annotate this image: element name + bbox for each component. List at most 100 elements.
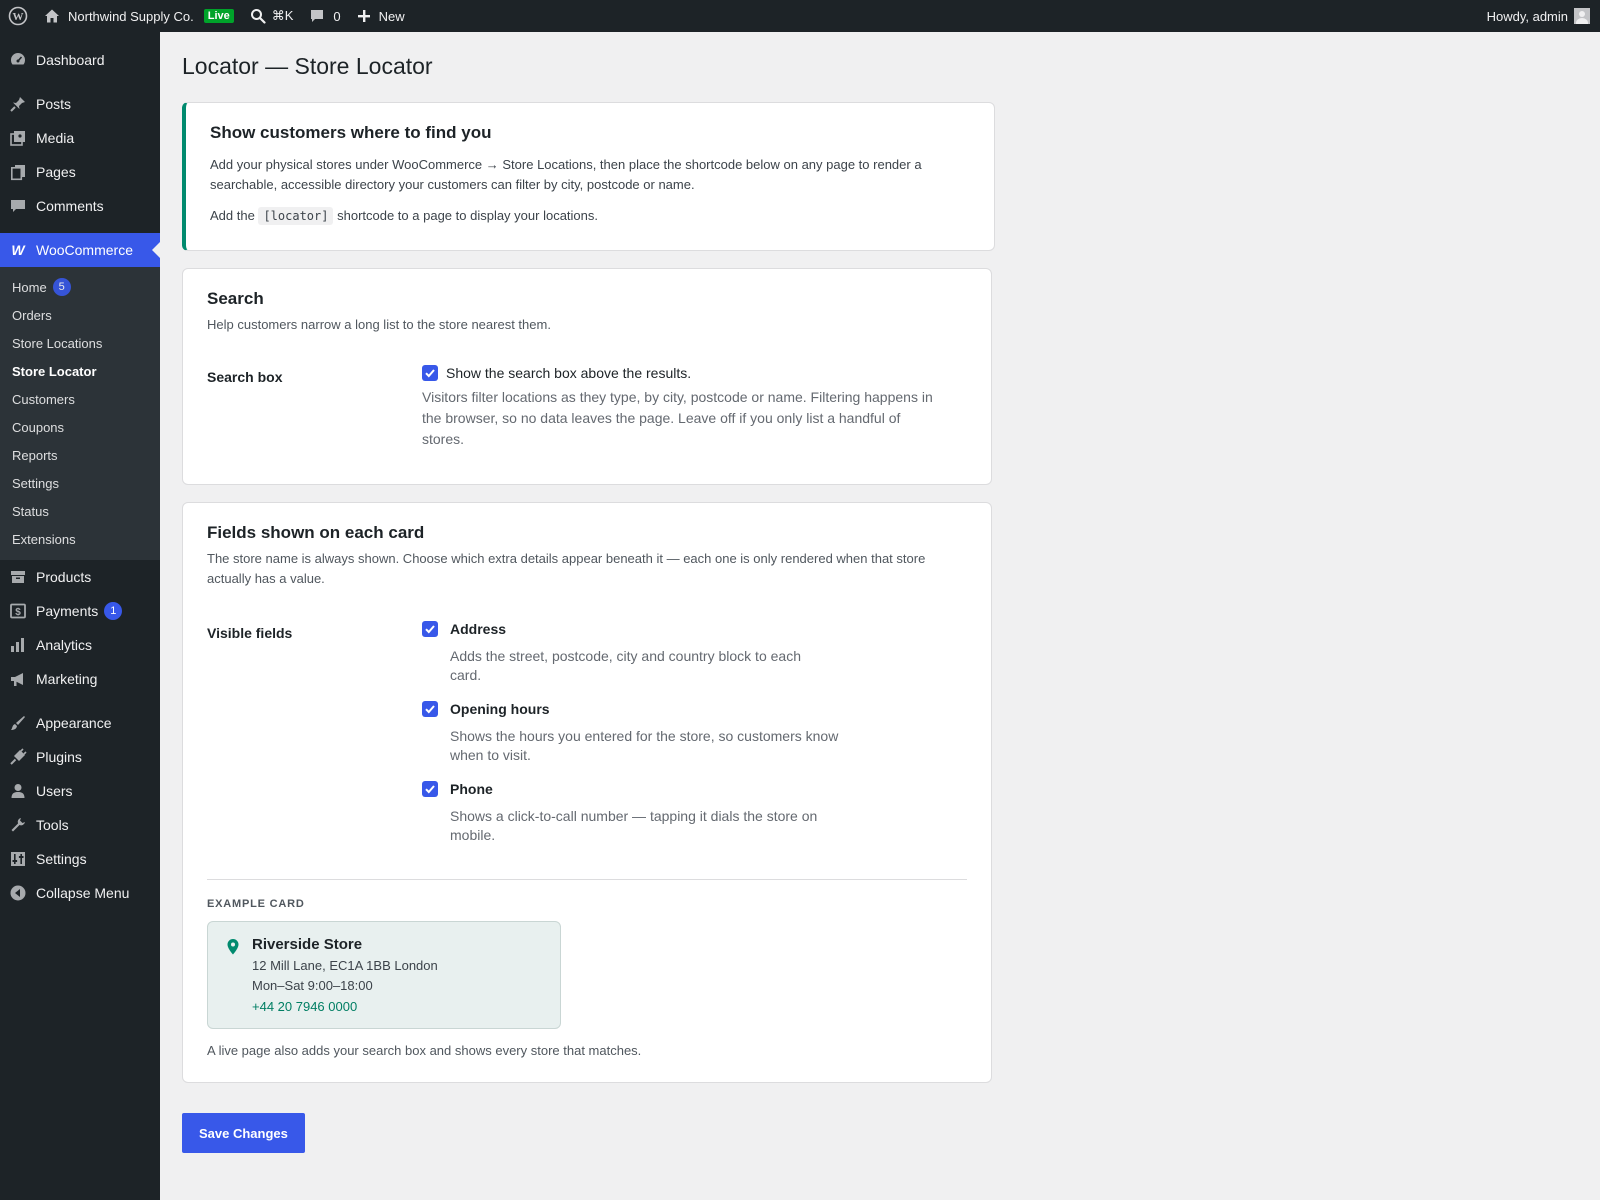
example-store-hours: Mon–Sat 9:00–18:00 — [252, 978, 373, 993]
menu-appearance[interactable]: Appearance — [0, 706, 160, 740]
account-menu[interactable]: Howdy, admin — [1487, 8, 1600, 24]
menu-pages[interactable]: Pages — [0, 155, 160, 189]
menu-settings[interactable]: Settings — [0, 842, 160, 876]
submenu-settings[interactable]: Settings — [0, 469, 160, 497]
search-shortcut[interactable]: ⌘K — [242, 0, 302, 32]
menu-users[interactable]: Users — [0, 774, 160, 808]
media-icon — [8, 128, 28, 148]
opening-hours-toggle[interactable]: Opening hours — [422, 701, 967, 717]
submenu-customers[interactable]: Customers — [0, 385, 160, 413]
visible-fields-label: Visible fields — [207, 625, 293, 641]
megaphone-icon — [8, 669, 28, 689]
address-toggle[interactable]: Address — [422, 621, 967, 637]
example-store-address: 12 Mill Lane, EC1A 1BB London — [252, 958, 438, 973]
menu-label: Tools — [36, 817, 69, 833]
example-footer-note: A live page also adds your search box an… — [207, 1043, 642, 1058]
pin-icon — [8, 94, 28, 114]
search-description: Help customers narrow a long list to the… — [207, 317, 551, 332]
pages-icon — [8, 162, 28, 182]
submenu-label: Settings — [12, 475, 59, 491]
menu-label: Settings — [36, 851, 87, 867]
search-box-toggle[interactable]: Show the search box above the results. — [422, 365, 967, 381]
phone-checkbox[interactable] — [422, 781, 438, 797]
example-store-phone: +44 20 7946 0000 — [252, 999, 358, 1014]
menu-marketing[interactable]: Marketing — [0, 662, 160, 696]
submenu-status[interactable]: Status — [0, 497, 160, 525]
admin-sidebar: Dashboard Posts Media Pages Comments W W… — [0, 32, 160, 1200]
comments-link[interactable]: 0 — [301, 0, 348, 32]
save-changes-button[interactable]: Save Changes — [182, 1113, 305, 1153]
collapse-menu-button[interactable]: Collapse Menu — [0, 876, 160, 910]
submenu-orders[interactable]: Orders — [0, 301, 160, 329]
avatar — [1574, 8, 1590, 24]
checkmark-icon — [425, 625, 435, 634]
search-box-label: Search box — [207, 369, 283, 385]
map-pin-icon — [226, 936, 240, 1014]
new-content-link[interactable]: New — [349, 0, 413, 32]
admin-bar: W Northwind Supply Co. Live ⌘K 0 New How… — [0, 0, 1600, 32]
submenu-label: Coupons — [12, 419, 65, 435]
wordpress-logo-icon[interactable]: W — [0, 0, 36, 32]
submenu-label: Orders — [12, 307, 52, 323]
svg-text:$: $ — [15, 607, 21, 618]
opening-hours-checkbox[interactable] — [422, 701, 438, 717]
menu-label: Dashboard — [36, 52, 105, 68]
submenu-label: Store Locator — [12, 363, 97, 379]
fields-description: The store name is always shown. Choose w… — [207, 551, 926, 586]
svg-text:W: W — [13, 11, 24, 23]
phone-toggle[interactable]: Phone — [422, 781, 967, 797]
menu-media[interactable]: Media — [0, 121, 160, 155]
page-title: Locator — Store Locator — [182, 53, 433, 79]
search-box-checkbox[interactable] — [422, 365, 438, 381]
comments-count: 0 — [333, 8, 341, 24]
menu-tools[interactable]: Tools — [0, 808, 160, 842]
shortcode-prefix: Add the — [210, 208, 255, 223]
menu-payments[interactable]: $ Payments 1 — [0, 594, 160, 628]
search-heading: Search — [207, 289, 264, 308]
submenu-label: Reports — [12, 447, 58, 463]
home-count-badge: 5 — [52, 278, 71, 296]
user-icon — [8, 781, 28, 801]
submenu-label: Store Locations — [12, 335, 103, 351]
menu-products[interactable]: Products — [0, 560, 160, 594]
menu-posts[interactable]: Posts — [0, 87, 160, 121]
submenu-store-locator[interactable]: Store Locator — [0, 357, 160, 385]
menu-label: Plugins — [36, 749, 82, 765]
menu-comments[interactable]: Comments — [0, 189, 160, 223]
site-name: Northwind Supply Co. — [68, 8, 194, 24]
wrench-icon — [8, 815, 28, 835]
search-shortcut-label: ⌘K — [271, 8, 294, 23]
intro-shortcode-line: Add the [locator] shortcode to a page to… — [210, 206, 970, 226]
checkmark-icon — [425, 369, 435, 378]
plugin-icon — [8, 747, 28, 767]
site-name-link[interactable]: Northwind Supply Co. Live — [36, 0, 242, 32]
submenu-coupons[interactable]: Coupons — [0, 413, 160, 441]
intro-heading: Show customers where to find you — [210, 123, 492, 142]
checkmark-icon — [425, 785, 435, 794]
menu-dashboard[interactable]: Dashboard — [0, 43, 160, 77]
home-icon — [44, 8, 60, 24]
comment-icon — [309, 8, 325, 24]
menu-label: Payments — [36, 603, 99, 619]
live-badge: Live — [203, 9, 234, 23]
example-store-card: Riverside Store 12 Mill Lane, EC1A 1BB L… — [207, 921, 561, 1029]
menu-label: Pages — [36, 164, 76, 180]
archive-icon — [8, 567, 28, 587]
submenu-home[interactable]: Home 5 — [0, 273, 160, 301]
submenu-store-locations[interactable]: Store Locations — [0, 329, 160, 357]
field-option-opening-hours: Opening hours Shows the hours you entere… — [422, 701, 967, 765]
plus-icon — [357, 9, 371, 23]
main-content: Locator — Store Locator Show customers w… — [182, 32, 1002, 1153]
submenu-extensions[interactable]: Extensions — [0, 525, 160, 553]
submenu-reports[interactable]: Reports — [0, 441, 160, 469]
menu-analytics[interactable]: Analytics — [0, 628, 160, 662]
address-checkbox[interactable] — [422, 621, 438, 637]
menu-label: Marketing — [36, 671, 98, 687]
menu-plugins[interactable]: Plugins — [0, 740, 160, 774]
search-section: Search Help customers narrow a long list… — [182, 268, 992, 485]
menu-woocommerce[interactable]: W WooCommerce — [0, 233, 160, 267]
search-box-checkbox-label: Show the search box above the results. — [446, 365, 692, 381]
menu-label: Users — [36, 783, 73, 799]
woocommerce-submenu: Home 5 Orders Store Locations Store Loca… — [0, 267, 160, 560]
menu-label: Products — [36, 569, 92, 585]
